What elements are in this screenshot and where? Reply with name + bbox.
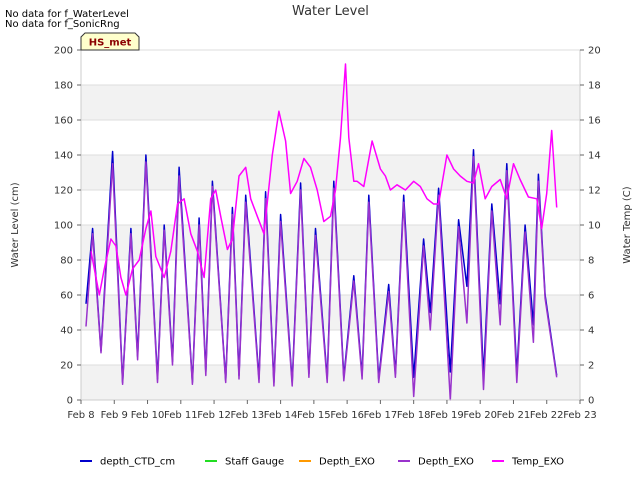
- y2-tick-label: 2: [588, 361, 594, 372]
- y-tick-label: 60: [60, 291, 73, 302]
- x-tick-label: Feb 12: [197, 410, 231, 421]
- y-tick-label: 200: [54, 46, 73, 57]
- y2-tick-label: 18: [588, 81, 601, 92]
- y2-tick-label: 10: [588, 221, 601, 232]
- y2-tick-label: 20: [588, 46, 601, 57]
- x-tick-label: Feb 23: [563, 410, 597, 421]
- x-tick-label: Feb 14: [264, 410, 298, 421]
- grid-band: [81, 85, 580, 120]
- x-tick-label: Feb 22: [530, 410, 564, 421]
- y-tick-label: 0: [67, 396, 73, 407]
- x-tick-label: Feb 9: [101, 410, 128, 421]
- legend-label-4: Temp_EXO: [511, 457, 564, 468]
- y2-tick-label: 6: [588, 291, 594, 302]
- y2-tick-label: 4: [588, 326, 594, 337]
- x-tick-label: Feb 10: [131, 410, 165, 421]
- y-tick-label: 40: [60, 326, 73, 337]
- y-tick-label: 140: [54, 151, 73, 162]
- y-tick-label: 20: [60, 361, 73, 372]
- x-tick-label: Feb 20: [463, 410, 497, 421]
- y-tick-label: 180: [54, 81, 73, 92]
- y-tick-label: 100: [54, 221, 73, 232]
- x-tick-label: Feb 19: [430, 410, 464, 421]
- legend-label-1: Staff Gauge: [225, 457, 284, 468]
- chart-title: Water Level: [292, 4, 369, 19]
- x-tick-label: Feb 13: [231, 410, 265, 421]
- y2-tick-label: 14: [588, 151, 601, 162]
- x-tick-label: Feb 8: [67, 410, 94, 421]
- grid-band: [81, 365, 580, 400]
- y2-tick-label: 12: [588, 186, 601, 197]
- legend-label-2: Depth_EXO: [319, 457, 375, 468]
- legend-label-0: depth_CTD_cm: [100, 457, 175, 468]
- x-tick-label: Feb 21: [497, 410, 531, 421]
- chart: 0 20 40 60 80 100 120 140 160 180 200 0 2 4 6 8 10 12 14 16…: [0, 0, 640, 480]
- y2-axis-title: Water Temp (C): [622, 186, 633, 263]
- legend-label-3: Depth_EXO: [418, 457, 474, 468]
- no-data-note: No data for f_SonicRng: [5, 19, 120, 30]
- y-tick-label: 120: [54, 186, 73, 197]
- badge-label: HS_met: [89, 38, 132, 49]
- chart-canvas: 0 20 40 60 80 100 120 140 160 180 200 0 2 4 6 8 10 12 14 16…: [5, 4, 633, 468]
- x-tick-label: Feb 11: [164, 410, 198, 421]
- y2-tick-label: 0: [588, 396, 594, 407]
- x-tick-label: Feb 17: [364, 410, 398, 421]
- y-tick-label: 80: [60, 256, 73, 267]
- y2-tick-label: 16: [588, 116, 601, 127]
- y2-tick-label: 8: [588, 256, 594, 267]
- y-tick-label: 160: [54, 116, 73, 127]
- x-tick-label: Feb 15: [297, 410, 331, 421]
- x-tick-label: Feb 16: [330, 410, 364, 421]
- y-axis-title: Water Level (cm): [10, 182, 21, 267]
- x-tick-label: Feb 18: [397, 410, 431, 421]
